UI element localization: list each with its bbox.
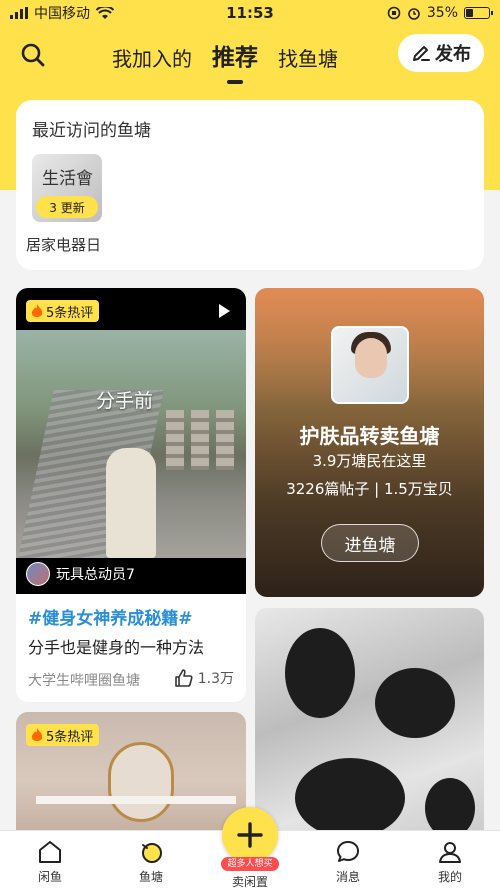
pond-member-count: 3.9万塘民在这里 bbox=[312, 452, 427, 470]
home-icon bbox=[39, 841, 61, 863]
rotation-lock-icon bbox=[387, 6, 401, 20]
status-right: 35% bbox=[320, 5, 493, 21]
post-topic-tag[interactable]: #健身女神养成秘籍# bbox=[28, 604, 193, 629]
tab-find-pond[interactable]: 找鱼塘 bbox=[278, 43, 338, 78]
clock: 11:53 bbox=[226, 4, 274, 22]
update-badge: 3 更新 bbox=[36, 196, 98, 218]
author-name: 玩具总动员7 bbox=[56, 567, 135, 583]
pond-name: 护肤品转卖鱼塘 bbox=[299, 424, 440, 448]
like-count: 1.3万 bbox=[197, 671, 234, 687]
tab-ponds[interactable]: 鱼塘 bbox=[121, 839, 181, 885]
alarm-icon bbox=[408, 8, 420, 20]
top-nav: 我加入的 推荐 找鱼塘 发布 bbox=[0, 32, 500, 84]
plus-icon bbox=[237, 822, 263, 848]
room-post-card[interactable]: 5条热评 bbox=[16, 712, 246, 848]
hot-comments-badge: 5条热评 bbox=[26, 724, 100, 746]
recent-pond-name[interactable]: 居家电器日 bbox=[26, 234, 101, 255]
search-icon bbox=[21, 43, 45, 67]
sell-promo-tag: 超多人想买 bbox=[221, 857, 279, 871]
search-button[interactable] bbox=[18, 40, 48, 70]
video-frame bbox=[16, 330, 246, 558]
user-icon bbox=[439, 842, 461, 863]
recent-pond-thumb-text: 生活會 bbox=[42, 169, 93, 189]
hot-comments-text: 5条热评 bbox=[46, 729, 94, 745]
status-left: 中国移动 bbox=[10, 3, 180, 23]
cat-fur-spot bbox=[295, 758, 405, 838]
like-button[interactable]: 1.3万 bbox=[174, 668, 234, 688]
person-image bbox=[106, 448, 156, 558]
tab-joined[interactable]: 我加入的 bbox=[112, 43, 192, 78]
thumbs-up-icon bbox=[174, 669, 193, 687]
pagoda-image bbox=[216, 410, 234, 470]
play-icon[interactable] bbox=[219, 304, 230, 318]
fire-icon bbox=[31, 304, 43, 317]
tab-home-label: 闲鱼 bbox=[37, 870, 62, 884]
avatar bbox=[26, 562, 50, 586]
cat-fur-spot bbox=[425, 778, 475, 838]
pond-promo-card[interactable]: 护肤品转卖鱼塘 3.9万塘民在这里 3226篇帖子 | 1.5万宝贝 进鱼塘 bbox=[255, 288, 484, 597]
shelf-image bbox=[36, 796, 236, 804]
tab-messages[interactable]: 消息 bbox=[318, 839, 378, 885]
battery-fill bbox=[466, 9, 473, 17]
mirror-image bbox=[108, 742, 174, 822]
message-icon bbox=[337, 841, 359, 862]
publish-label: 发布 bbox=[435, 44, 471, 65]
cat-image-card[interactable] bbox=[255, 608, 484, 848]
video-player[interactable]: 分手前 5条热评 玩具总动员7 bbox=[16, 288, 246, 594]
post-description: 分手也是健身的一种方法 bbox=[28, 638, 205, 657]
hot-comments-badge: 5条热评 bbox=[26, 300, 100, 322]
recent-ponds-title: 最近访问的鱼塘 bbox=[32, 121, 151, 141]
wifi-icon bbox=[96, 6, 114, 19]
tab-profile[interactable]: 我的 bbox=[420, 839, 480, 885]
bottom-tab-bar: 闲鱼 鱼塘 超多人想买 卖闲置 消息 我的 bbox=[0, 807, 500, 889]
carrier-text: 中国移动 bbox=[34, 6, 90, 22]
tab-messages-label: 消息 bbox=[335, 870, 360, 884]
cat-fur-spot bbox=[375, 668, 455, 738]
pond-icon bbox=[142, 843, 162, 863]
battery-percent: 35% bbox=[426, 5, 458, 21]
tab-ponds-label: 鱼塘 bbox=[138, 870, 163, 884]
publish-button[interactable]: 发布 bbox=[398, 34, 484, 72]
pagoda-image bbox=[166, 410, 184, 470]
tab-recommended[interactable]: 推荐 bbox=[212, 38, 258, 84]
pond-stats: 3226篇帖子 | 1.5万宝贝 bbox=[286, 480, 453, 498]
recent-ponds-card: 最近访问的鱼塘 生活會 3 更新 居家电器日 bbox=[16, 100, 484, 270]
video-post-card[interactable]: 分手前 5条热评 玩具总动员7 #健身女神养成秘籍# 分手也是健身的一种方法 大… bbox=[16, 288, 246, 702]
face-shape bbox=[355, 338, 387, 378]
video-caption: 分手前 bbox=[96, 390, 154, 412]
enter-pond-button[interactable]: 进鱼塘 bbox=[321, 524, 419, 562]
tab-home[interactable]: 闲鱼 bbox=[20, 839, 80, 885]
pagoda-image bbox=[191, 410, 209, 470]
sell-button[interactable] bbox=[222, 807, 278, 863]
hot-comments-text: 5条热评 bbox=[46, 305, 94, 321]
sell-label[interactable]: 卖闲置 bbox=[220, 873, 280, 889]
status-bar: 中国移动 11:53 35% bbox=[0, 0, 500, 26]
recent-pond-thumbnail[interactable]: 生活會 3 更新 bbox=[32, 154, 102, 222]
tab-profile-label: 我的 bbox=[437, 870, 462, 884]
battery-icon bbox=[464, 7, 493, 19]
feed-tabs: 我加入的 推荐 找鱼塘 bbox=[112, 38, 338, 84]
fire-icon bbox=[31, 728, 43, 741]
post-pond-name[interactable]: 大学生哔哩圈鱼塘 bbox=[28, 670, 140, 690]
pond-cover-image bbox=[331, 326, 409, 404]
cat-fur-spot bbox=[285, 628, 355, 718]
signal-icon bbox=[10, 7, 28, 19]
edit-icon bbox=[413, 46, 430, 61]
video-author[interactable]: 玩具总动员7 bbox=[26, 562, 135, 586]
